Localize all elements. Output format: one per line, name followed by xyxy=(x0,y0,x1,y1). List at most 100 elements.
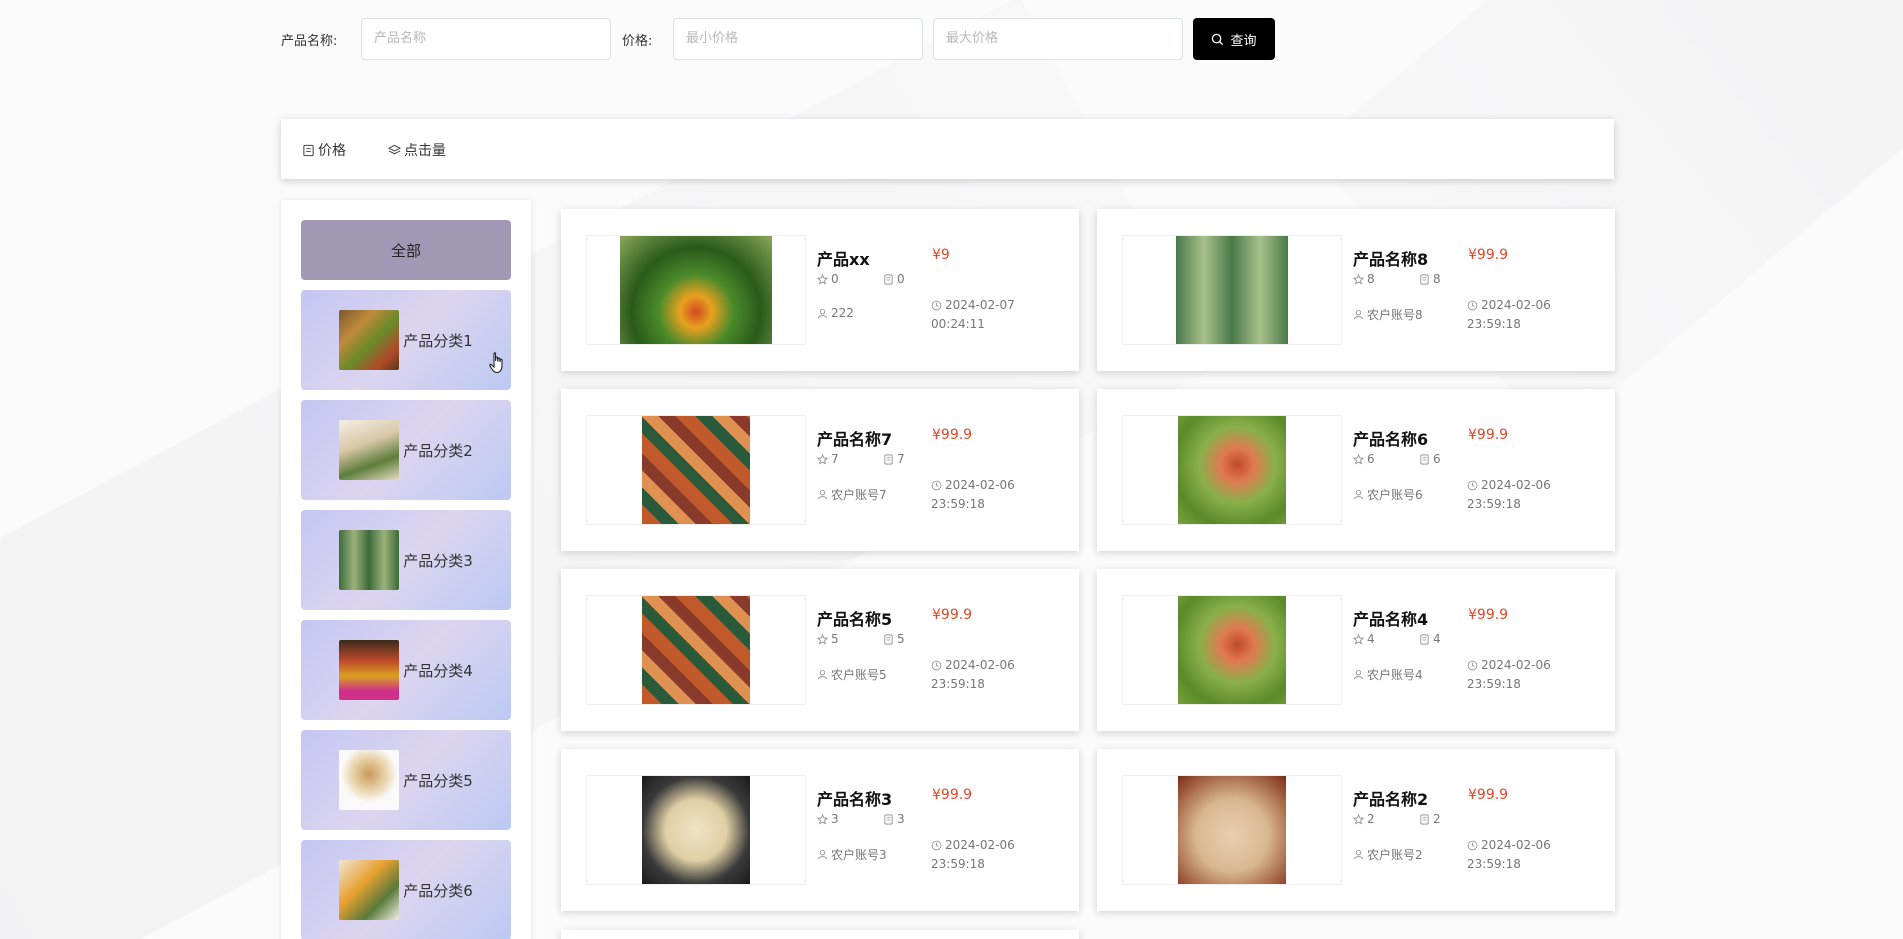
product-title: 产品名称2 xyxy=(1353,790,1429,809)
product-card[interactable]: 产品名称2 ¥99.9 2 2 农户账号2 2024-02-06 23:59:18 xyxy=(1097,749,1615,911)
product-price: ¥9 xyxy=(932,247,950,263)
favorite-count: 8 xyxy=(1353,272,1375,286)
category-item-1[interactable]: 产品分类1 xyxy=(301,290,511,390)
product-card[interactable]: 产品名称4 ¥99.9 4 4 农户账号4 2024-02-06 23:59:18 xyxy=(1097,569,1615,731)
favorite-count-value: 3 xyxy=(831,812,839,826)
sort-by-price[interactable]: 价格 xyxy=(302,140,346,160)
product-timestamp: 2024-02-06 23:59:18 xyxy=(931,836,1031,874)
clock-icon xyxy=(1467,660,1478,671)
product-timestamp: 2024-02-06 23:59:18 xyxy=(1467,476,1567,514)
search-icon xyxy=(1212,33,1224,45)
product-image xyxy=(642,776,750,884)
product-title: 产品名称5 xyxy=(817,610,893,629)
sort-by-clicks[interactable]: 点击量 xyxy=(388,140,446,160)
query-button[interactable]: 查询 xyxy=(1193,18,1275,60)
product-image xyxy=(620,236,772,344)
product-card[interactable]: 产品xx ¥9 0 0 222 2024-02-07 00:24:11 xyxy=(561,209,1079,371)
product-time: 23:59:18 xyxy=(1467,497,1521,511)
comment-count: 6 xyxy=(1419,452,1441,466)
product-name-label: 产品名称: xyxy=(281,34,338,49)
product-title: 产品名称8 xyxy=(1353,250,1429,269)
document-icon xyxy=(1420,814,1429,824)
comment-count: 2 xyxy=(1419,812,1441,826)
star-icon xyxy=(817,273,828,284)
product-title: 产品名称7 xyxy=(817,430,893,449)
product-card[interactable]: 产品名称7 ¥99.9 7 7 农户账号7 2024-02-06 23:59:18 xyxy=(561,389,1079,551)
user-icon xyxy=(817,308,828,318)
comment-count-value: 7 xyxy=(897,452,905,466)
comment-count-value: 0 xyxy=(897,272,905,286)
product-card[interactable]: 产品名称3 ¥99.9 3 3 农户账号3 2024-02-06 23:59:18 xyxy=(561,749,1079,911)
product-date: 2024-02-06 xyxy=(945,838,1015,852)
product-time: 23:59:18 xyxy=(931,497,985,511)
product-card[interactable]: 产品名称6 ¥99.9 6 6 农户账号6 2024-02-06 23:59:18 xyxy=(1097,389,1615,551)
comment-count: 4 xyxy=(1419,632,1441,646)
document-icon xyxy=(884,634,893,644)
product-owner: 农户账号3 xyxy=(817,846,887,863)
clock-icon xyxy=(931,660,942,671)
product-owner: 农户账号2 xyxy=(1353,846,1423,863)
product-owner-name: 农户账号3 xyxy=(831,848,887,862)
category-item-4[interactable]: 产品分类4 xyxy=(301,620,511,720)
category-all[interactable]: 全部 xyxy=(301,220,511,280)
comment-count-value: 4 xyxy=(1433,632,1441,646)
category-item-3[interactable]: 产品分类3 xyxy=(301,510,511,610)
user-icon xyxy=(1353,849,1364,860)
product-timestamp: 2024-02-06 23:59:18 xyxy=(1467,296,1567,334)
star-icon xyxy=(1353,633,1364,644)
favorite-count-value: 6 xyxy=(1367,452,1375,466)
product-timestamp: 2024-02-06 23:59:18 xyxy=(931,656,1031,694)
document-icon xyxy=(884,454,893,464)
product-card[interactable]: 产品名称8 ¥99.9 8 8 农户账号8 2024-02-06 23:59:18 xyxy=(1097,209,1615,371)
product-price: ¥99.9 xyxy=(1468,787,1509,803)
category-thumbnail xyxy=(339,640,400,700)
category-label: 产品分类2 xyxy=(403,441,473,460)
product-time: 23:59:18 xyxy=(931,677,985,691)
product-owner-name: 农户账号8 xyxy=(1367,308,1423,322)
product-time: 23:59:18 xyxy=(931,857,985,871)
product-price: ¥99.9 xyxy=(1468,427,1509,443)
product-timestamp: 2024-02-07 00:24:11 xyxy=(931,296,1031,334)
category-item-2[interactable]: 产品分类2 xyxy=(301,400,511,500)
clock-icon xyxy=(931,480,942,491)
product-card-partial[interactable] xyxy=(561,930,1079,939)
product-card[interactable]: 产品名称5 ¥99.9 5 5 农户账号5 2024-02-06 23:59:18 xyxy=(561,569,1079,731)
category-sidebar: 全部 产品分类1 产品分类2 产品分类3 产品分类4 产品分类5 产品分类6 xyxy=(281,200,531,939)
product-name-input[interactable]: 产品名称 xyxy=(361,18,611,60)
star-icon xyxy=(1353,273,1364,284)
category-item-6[interactable]: 产品分类6 xyxy=(301,840,511,939)
user-icon xyxy=(817,849,828,860)
favorite-count-value: 4 xyxy=(1367,632,1375,646)
user-icon xyxy=(1353,489,1364,500)
product-image xyxy=(1178,596,1286,704)
product-date: 2024-02-06 xyxy=(1481,838,1551,852)
clock-icon xyxy=(1467,480,1478,491)
product-owner-name: 农户账号4 xyxy=(1367,668,1423,682)
favorite-count: 5 xyxy=(817,632,839,646)
product-image-frame xyxy=(586,235,806,345)
comment-count-value: 3 xyxy=(897,812,905,826)
min-price-input[interactable]: 最小价格 xyxy=(673,18,923,60)
product-date: 2024-02-06 xyxy=(1481,478,1551,492)
favorite-count: 4 xyxy=(1353,632,1375,646)
clock-icon xyxy=(1467,300,1478,311)
product-owner-name: 农户账号7 xyxy=(831,488,887,502)
comment-count: 5 xyxy=(883,632,905,646)
comment-count-value: 2 xyxy=(1433,812,1441,826)
product-title: 产品名称3 xyxy=(817,790,893,809)
document-icon xyxy=(884,274,893,284)
sort-clicks-label: 点击量 xyxy=(404,143,446,159)
product-image-frame xyxy=(1122,415,1342,525)
product-owner: 农户账号7 xyxy=(817,486,887,503)
clock-icon xyxy=(931,300,942,311)
user-icon xyxy=(1353,309,1364,320)
max-price-input[interactable]: 最大价格 xyxy=(933,18,1183,60)
category-item-5[interactable]: 产品分类5 xyxy=(301,730,511,830)
product-image xyxy=(1178,776,1286,884)
category-thumbnail xyxy=(339,310,400,370)
comment-count-value: 5 xyxy=(897,632,905,646)
product-date: 2024-02-06 xyxy=(945,478,1015,492)
sort-bar: 价格 点击量 xyxy=(281,119,1614,179)
comment-count: 0 xyxy=(883,272,905,286)
favorite-count: 7 xyxy=(817,452,839,466)
